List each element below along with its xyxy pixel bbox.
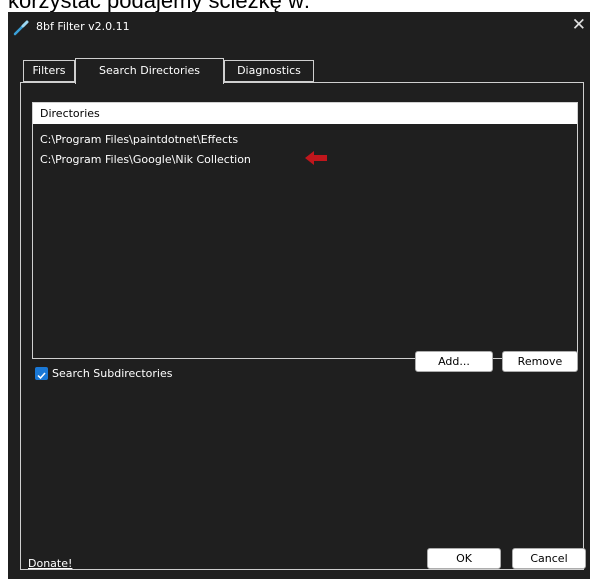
check-icon <box>37 372 46 380</box>
directories-column-header[interactable]: Directories <box>33 103 577 124</box>
list-item[interactable]: C:\Program Files\paintdotnet\Effects <box>40 133 238 146</box>
remove-button[interactable]: Remove <box>502 351 578 372</box>
search-subdirectories-label: Search Subdirectories <box>52 367 173 380</box>
donate-link[interactable]: Donate! <box>28 557 72 570</box>
tab-search-directories[interactable]: Search Directories <box>75 58 224 84</box>
tab-diagnostics[interactable]: Diagnostics <box>224 60 314 82</box>
directories-list[interactable]: Directories C:\Program Files\paintdotnet… <box>32 102 578 359</box>
arrow-left-icon <box>305 151 327 165</box>
title-bar: 8bf Filter v2.0.11 ✕ <box>8 12 590 42</box>
window-title: 8bf Filter v2.0.11 <box>36 20 130 33</box>
search-subdirectories-checkbox[interactable] <box>35 367 48 380</box>
cancel-button[interactable]: Cancel <box>512 548 586 569</box>
add-button[interactable]: Add... <box>415 351 493 372</box>
pipette-icon <box>13 20 29 36</box>
list-item[interactable]: C:\Program Files\Google\Nik Collection <box>40 153 251 166</box>
ok-button[interactable]: OK <box>427 548 501 569</box>
tab-filters[interactable]: Filters <box>23 60 75 82</box>
close-icon[interactable]: ✕ <box>572 15 586 35</box>
filter-dialog: 8bf Filter v2.0.11 ✕ Filters Search Dire… <box>8 12 590 579</box>
